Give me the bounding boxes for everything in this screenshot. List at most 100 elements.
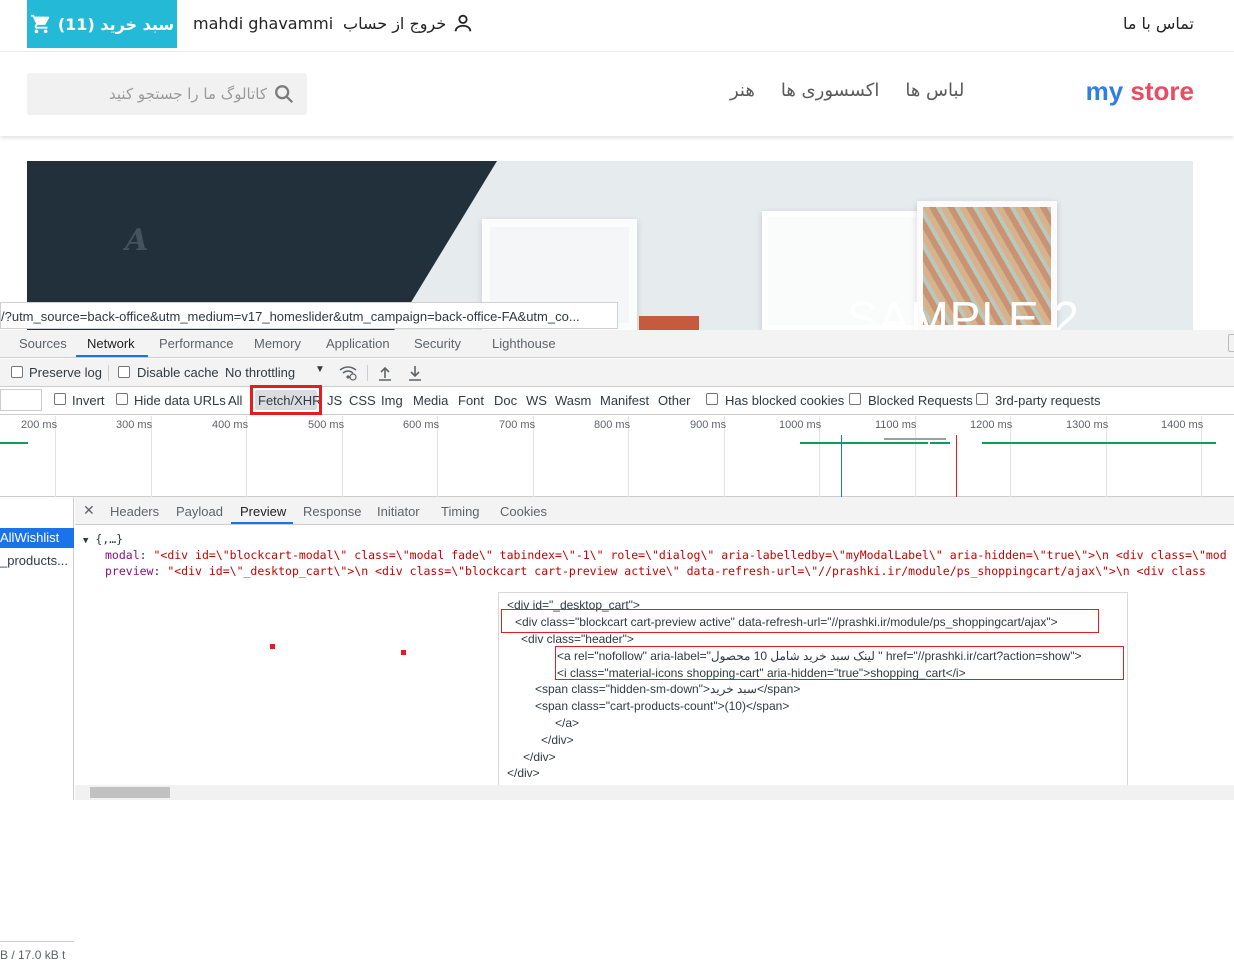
contact-link[interactable]: تماس با ما	[1123, 14, 1194, 33]
code-line: <i class="material-icons shopping-cart" …	[557, 666, 966, 680]
cart-button[interactable]: سبد خرید (11)	[27, 0, 177, 48]
logout-link[interactable]: خروج از حساب	[343, 12, 474, 34]
close-icon[interactable]: ✕	[83, 502, 95, 519]
detail-tabs: ✕ Headers Payload Preview Response Initi…	[75, 497, 1234, 525]
code-line: </div>	[541, 733, 574, 747]
blocked-requests-checkbox[interactable]	[849, 393, 861, 405]
preserve-log-checkbox[interactable]	[11, 366, 23, 378]
preview-preview-row[interactable]: preview: "<div id=\"_desktop_cart\">\n <…	[105, 564, 1206, 578]
horizontal-scrollbar[interactable]	[75, 785, 1234, 800]
hide-data-urls-checkbox[interactable]	[116, 393, 128, 405]
tab-performance[interactable]: Performance	[159, 336, 233, 351]
filter-js[interactable]: JS	[327, 393, 342, 408]
json-value: "<div id=\"blockcart-modal\" class=\"mod…	[153, 548, 1227, 562]
expand-triangle-icon[interactable]: ▼	[83, 536, 88, 546]
third-party-checkbox[interactable]	[976, 393, 988, 405]
request-bar	[930, 442, 950, 444]
divider	[367, 365, 368, 381]
export-har-icon[interactable]	[408, 365, 422, 381]
hero-frame	[639, 316, 699, 330]
request-bar	[884, 438, 946, 440]
search-icon[interactable]	[273, 83, 295, 105]
store-logo[interactable]: my store	[1086, 76, 1194, 107]
preserve-log-label: Preserve log	[29, 365, 102, 380]
code-line: </div>	[523, 750, 556, 764]
hide-data-urls-label: Hide data URLs	[134, 393, 226, 408]
invert-checkbox[interactable]	[54, 393, 66, 405]
tab-response[interactable]: Response	[303, 504, 362, 519]
tab-initiator[interactable]: Initiator	[377, 504, 420, 519]
filter-manifest[interactable]: Manifest	[600, 393, 649, 408]
hero-title: SAMPLE 2	[847, 292, 1080, 330]
request-bar	[0, 442, 28, 444]
tab-timing[interactable]: Timing	[441, 504, 480, 519]
hero-logo-mark: A	[125, 223, 149, 258]
cart-label: سبد خرید (11)	[57, 14, 175, 34]
nav-item-art[interactable]: هنر	[730, 80, 755, 101]
timeline-label: 200 ms	[21, 419, 58, 431]
throttling-select[interactable]: No throttling	[225, 365, 295, 380]
tab-sources[interactable]: Sources	[19, 336, 67, 351]
timeline-label: 1100 ms	[875, 419, 917, 431]
search-box	[27, 73, 307, 115]
third-party-label: 3rd-party requests	[995, 393, 1101, 408]
request-row[interactable]: _products...	[0, 551, 74, 571]
request-row[interactable]: AllWishlist	[0, 528, 74, 548]
filter-input[interactable]	[0, 389, 42, 411]
devtools-tabs: Sources Network Performance Memory Appli…	[0, 330, 1234, 358]
tab-network[interactable]: Network	[87, 336, 135, 351]
network-overview[interactable]: 200 ms 300 ms 400 ms 500 ms 600 ms 700 m…	[0, 416, 1234, 497]
tab-payload[interactable]: Payload	[176, 504, 223, 519]
tab-preview[interactable]: Preview	[240, 504, 286, 519]
preview-root[interactable]: ▼ {,…}	[83, 532, 123, 546]
blocked-requests-label: Blocked Requests	[868, 393, 973, 408]
url-tooltip: /?utm_source=back-office&utm_medium=v17_…	[0, 302, 618, 329]
has-blocked-cookies-label: Has blocked cookies	[725, 393, 845, 408]
tab-security[interactable]: Security	[414, 336, 461, 351]
divider	[108, 365, 109, 381]
filter-ws[interactable]: WS	[526, 393, 547, 408]
nav-item-clothes[interactable]: لباس ها	[905, 80, 964, 101]
chevron-down-icon[interactable]: ▼	[315, 364, 325, 375]
code-snippet-overlay: <div id="_desktop_cart"> <div class="blo…	[498, 592, 1128, 800]
filter-other[interactable]: Other	[658, 393, 691, 408]
filter-wasm[interactable]: Wasm	[555, 393, 591, 408]
timeline-label: 300 ms	[116, 419, 153, 431]
nav-item-accessories[interactable]: اکسسوری ها	[781, 80, 879, 101]
timeline-label: 1200 ms	[970, 419, 1013, 431]
scrollbar-thumb[interactable]	[90, 787, 170, 798]
network-conditions-icon[interactable]	[339, 365, 357, 381]
timeline-label: 400 ms	[212, 419, 249, 431]
filter-all[interactable]: All	[228, 393, 242, 408]
json-key: preview	[105, 564, 154, 578]
active-tab-indicator	[231, 522, 293, 524]
filter-font[interactable]: Font	[458, 393, 484, 408]
load-marker	[956, 435, 957, 497]
code-line: <div class="blockcart cart-preview activ…	[515, 615, 1058, 629]
filter-css[interactable]: CSS	[349, 393, 376, 408]
search-input[interactable]	[47, 73, 267, 115]
disable-cache-label: Disable cache	[137, 365, 219, 380]
timeline-label: 600 ms	[403, 419, 440, 431]
import-har-icon[interactable]	[378, 365, 392, 381]
tab-cookies[interactable]: Cookies	[500, 504, 547, 519]
invert-label: Invert	[72, 393, 105, 408]
filter-media[interactable]: Media	[413, 393, 448, 408]
network-toolbar: Preserve log Disable cache No throttling…	[0, 359, 1234, 387]
disable-cache-checkbox[interactable]	[118, 366, 130, 378]
top-bar: سبد خرید (11) mahdi ghavammi خروج از حسا…	[0, 0, 1234, 52]
username: mahdi ghavammi	[193, 14, 334, 33]
code-line: </div>	[507, 766, 540, 780]
filter-bar: Invert Hide data URLs All Fetch/XHR JS C…	[0, 385, 1234, 415]
has-blocked-cookies-checkbox[interactable]	[706, 393, 718, 405]
preview-modal-row[interactable]: modal: "<div id=\"blockcart-modal\" clas…	[105, 548, 1227, 562]
filter-img[interactable]: Img	[381, 393, 403, 408]
filter-doc[interactable]: Doc	[494, 393, 517, 408]
tab-application[interactable]: Application	[326, 336, 390, 351]
code-line: <div class="header">	[521, 632, 634, 646]
tab-headers[interactable]: Headers	[110, 504, 159, 519]
tab-memory[interactable]: Memory	[254, 336, 301, 351]
more-tabs-icon[interactable]	[1228, 334, 1234, 352]
store-page: سبد خرید (11) mahdi ghavammi خروج از حسا…	[0, 0, 1234, 330]
tab-lighthouse[interactable]: Lighthouse	[492, 336, 556, 351]
